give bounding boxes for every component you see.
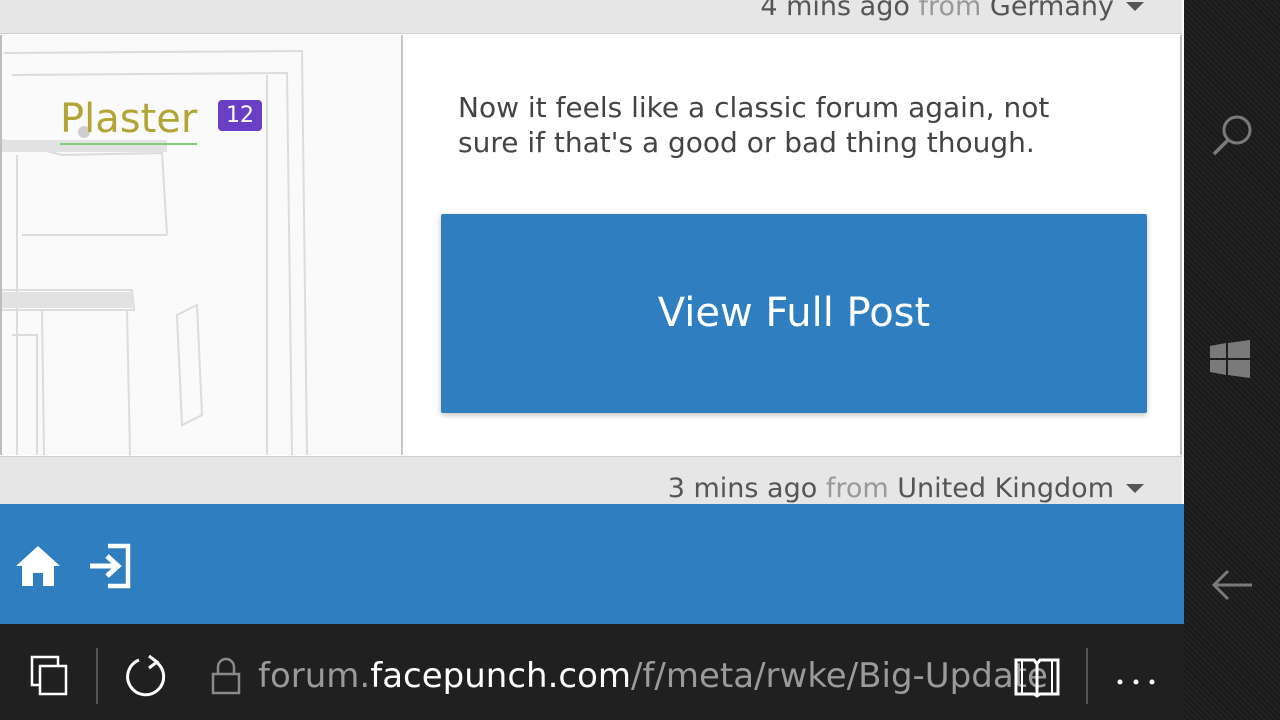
url-path: /f/meta/rwke/Big-Update bbox=[631, 656, 1048, 696]
address-url[interactable]: forum.facepunch.com/f/meta/rwke/Big-Upda… bbox=[258, 654, 1048, 698]
chevron-down-icon[interactable] bbox=[1126, 484, 1144, 493]
windows-icon[interactable] bbox=[1210, 340, 1250, 378]
post-time: 3 mins ago bbox=[667, 473, 818, 504]
username-link[interactable]: Plaster bbox=[60, 95, 198, 145]
refresh-icon[interactable] bbox=[123, 654, 169, 700]
post-meta-bottom: 3 mins ago from United Kingdom bbox=[0, 456, 1182, 504]
chevron-down-icon[interactable] bbox=[1126, 2, 1144, 11]
user-badge: 12 bbox=[218, 100, 262, 131]
forum-footer-nav bbox=[0, 504, 1184, 624]
user-column: Plaster 12 bbox=[2, 35, 403, 455]
divider bbox=[96, 648, 98, 704]
system-nav-panel bbox=[1184, 0, 1280, 720]
reading-view-icon[interactable] bbox=[1012, 656, 1062, 698]
divider bbox=[1086, 648, 1088, 704]
view-full-post-button[interactable]: View Full Post bbox=[441, 214, 1147, 413]
post-time: 4 mins ago bbox=[760, 0, 910, 22]
post-country: Germany bbox=[989, 0, 1114, 22]
post-body-text: Now it feels like a classic forum again,… bbox=[458, 91, 1050, 159]
post-from-label: from bbox=[825, 473, 889, 504]
home-icon[interactable] bbox=[14, 542, 62, 590]
more-options-icon[interactable] bbox=[1116, 676, 1156, 688]
forum-page: 4 mins ago from Germany Plaster 12 Now i… bbox=[0, 0, 1184, 624]
forum-post: Plaster 12 Now it feels like a classic f… bbox=[0, 35, 1182, 455]
post-meta-top: 4 mins ago from Germany bbox=[0, 0, 1182, 34]
url-prefix: forum. bbox=[258, 656, 371, 696]
url-domain: facepunch.com bbox=[370, 656, 631, 696]
lock-icon bbox=[211, 657, 241, 695]
post-from-label: from bbox=[918, 0, 982, 22]
post-country: United Kingdom bbox=[897, 473, 1114, 504]
search-icon[interactable] bbox=[1210, 112, 1256, 158]
tabs-icon[interactable] bbox=[28, 654, 70, 698]
sign-in-icon[interactable] bbox=[86, 542, 134, 590]
back-arrow-icon[interactable] bbox=[1210, 568, 1254, 602]
